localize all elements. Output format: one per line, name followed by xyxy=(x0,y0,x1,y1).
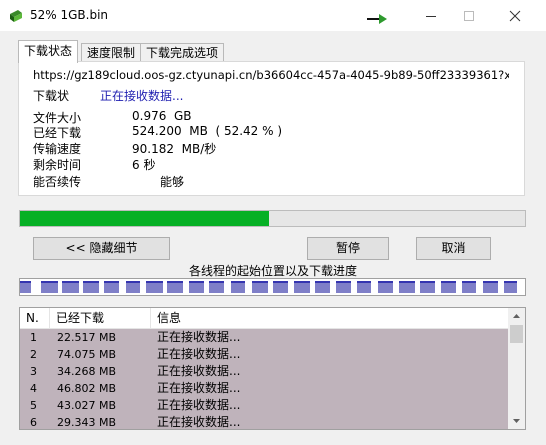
thread-segment xyxy=(315,281,330,293)
threads-table: N. 已经下载 信息 1 22.517 MB 正在接收数据... 2 74.075 MB… xyxy=(19,307,526,430)
row-downloaded: 43.027 MB xyxy=(57,399,117,412)
thread-segment xyxy=(41,281,58,293)
download-status-panel: https://gz189cloud.oos-gz.ctyunapi.cn/b3… xyxy=(18,61,525,196)
thread-segment xyxy=(252,281,268,293)
window-title: 52% 1GB.bin xyxy=(30,8,109,22)
thread-segment xyxy=(294,281,310,293)
status-label: 下载状 xyxy=(33,89,70,103)
minimize-icon xyxy=(426,16,436,17)
thread-segment xyxy=(273,281,288,293)
column-header-n[interactable]: N. xyxy=(20,308,50,328)
thread-segment xyxy=(378,281,393,293)
resume-label: 能否续传 xyxy=(33,175,82,189)
remaining-time-label: 剩余时间 xyxy=(33,158,82,172)
thread-segment xyxy=(420,281,435,293)
thread-segment xyxy=(209,281,224,293)
resume-value: 能够 xyxy=(160,175,185,189)
hide-details-button[interactable]: << 隐藏细节 xyxy=(33,237,170,260)
tab-completion-options[interactable]: 下载完成选项 xyxy=(140,43,225,62)
row-downloaded: 29.343 MB xyxy=(57,416,117,429)
downloaded-label: 已经下载 xyxy=(33,126,82,140)
thread-segment xyxy=(146,281,163,293)
thread-segment xyxy=(104,281,119,293)
tab-speed-limit[interactable]: 速度限制 xyxy=(81,43,142,62)
row-number: 2 xyxy=(30,348,37,361)
progress-fill xyxy=(20,211,269,226)
row-info: 正在接收数据... xyxy=(157,347,241,361)
row-info: 正在接收数据... xyxy=(157,398,241,412)
thread-segment xyxy=(504,281,517,293)
thread-segment xyxy=(483,281,498,293)
file-size-value: 0.976 GB xyxy=(132,109,192,123)
row-number: 4 xyxy=(30,382,37,395)
table-row[interactable]: 5 43.027 MB 正在接收数据... xyxy=(20,397,508,414)
maximize-button[interactable] xyxy=(446,0,492,31)
status-value: 正在接收数据... xyxy=(100,89,184,103)
remaining-time-value: 6 秒 xyxy=(132,158,156,172)
row-number: 1 xyxy=(30,331,37,344)
thread-segment xyxy=(399,281,415,293)
thread-segment xyxy=(83,281,99,293)
scroll-down-icon[interactable] xyxy=(508,413,525,429)
row-downloaded: 22.517 MB xyxy=(57,331,117,344)
row-info: 正在接收数据... xyxy=(157,330,241,344)
scroll-up-icon[interactable] xyxy=(508,308,525,324)
row-downloaded: 34.268 MB xyxy=(57,365,117,378)
downloaded-value: 524.200 MB ( 52.42 % ) xyxy=(132,124,283,138)
close-button[interactable] xyxy=(492,0,538,31)
table-row[interactable]: 2 74.075 MB 正在接收数据... xyxy=(20,346,508,363)
threads-caption: 各线程的起始位置以及下载进度 xyxy=(188,264,357,278)
thread-segment xyxy=(231,281,245,293)
table-row[interactable]: 4 46.802 MB 正在接收数据... xyxy=(20,380,508,397)
speed-label: 传输速度 xyxy=(33,142,82,156)
thread-segment xyxy=(20,281,31,293)
table-row[interactable]: 3 34.268 MB 正在接收数据... xyxy=(20,363,508,380)
thread-segments-bar xyxy=(19,278,526,296)
table-row[interactable]: 6 29.343 MB 正在接收数据... xyxy=(20,414,508,429)
maximize-icon xyxy=(464,11,474,21)
table-row[interactable]: 1 22.517 MB 正在接收数据... xyxy=(20,329,508,346)
thread-segment xyxy=(441,281,456,293)
table-scrollbar[interactable] xyxy=(508,308,525,429)
row-info: 正在接收数据... xyxy=(157,381,241,395)
title-bar: 52% 1GB.bin xyxy=(0,0,546,31)
download-progress-bar xyxy=(19,210,526,227)
thread-segment xyxy=(62,281,79,293)
scrollbar-thumb[interactable] xyxy=(510,325,523,343)
column-header-downloaded[interactable]: 已经下载 xyxy=(50,308,151,328)
thread-segment xyxy=(126,281,140,293)
thread-segment xyxy=(336,281,351,293)
arrow-icon xyxy=(367,13,389,24)
row-downloaded: 46.802 MB xyxy=(57,382,117,395)
pause-button[interactable]: 暂停 xyxy=(307,237,389,260)
tab-download-status[interactable]: 下载状态 xyxy=(18,40,79,63)
close-icon xyxy=(509,10,521,22)
column-header-info[interactable]: 信息 xyxy=(151,308,508,328)
thread-segment xyxy=(462,281,476,293)
row-number: 6 xyxy=(30,416,37,429)
thread-segment xyxy=(167,281,183,293)
app-icon xyxy=(8,9,24,23)
row-info: 正在接收数据... xyxy=(157,364,241,378)
cancel-button[interactable]: 取消 xyxy=(416,237,491,260)
row-info: 正在接收数据... xyxy=(157,415,241,429)
table-header: N. 已经下载 信息 xyxy=(20,308,508,329)
speed-value: 90.182 MB/秒 xyxy=(132,142,217,156)
thread-segment xyxy=(357,281,371,293)
row-number: 5 xyxy=(30,399,37,412)
row-number: 3 xyxy=(30,365,37,378)
thread-segment xyxy=(189,281,204,293)
row-downloaded: 74.075 MB xyxy=(57,348,117,361)
download-url: https://gz189cloud.oos-gz.ctyunapi.cn/b3… xyxy=(33,68,509,82)
